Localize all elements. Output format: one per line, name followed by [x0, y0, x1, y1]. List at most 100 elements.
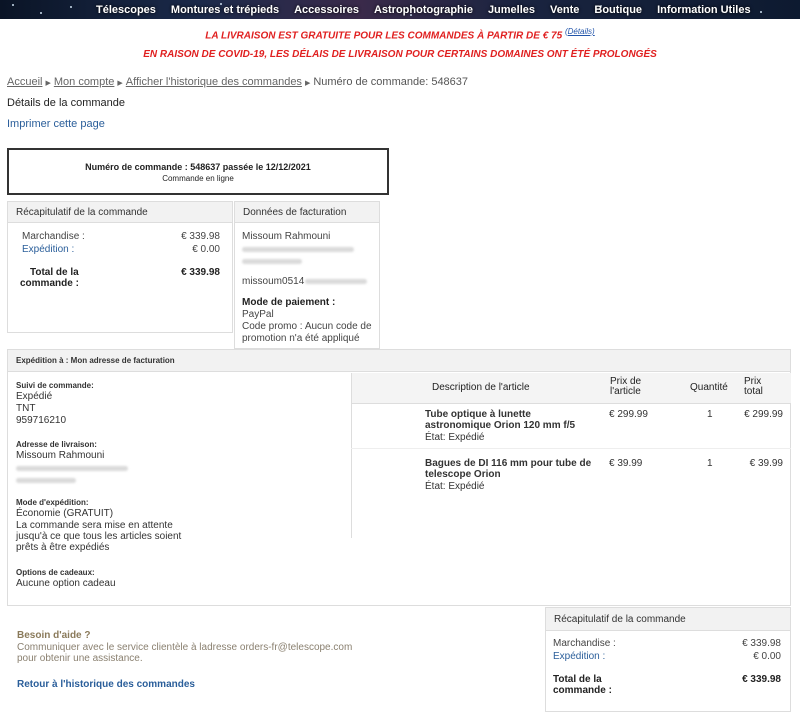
total-label: Total de la commande :: [553, 674, 612, 696]
gift-options-value: Aucune option cadeau: [16, 578, 116, 589]
order-header-box: Numéro de commande : 548637 passée le 12…: [7, 148, 389, 195]
order-summary-title: Récapitulatif de la commande: [8, 202, 232, 223]
total-label: Total de la commande :: [20, 267, 79, 289]
shipping-title: Expédition à : Mon adresse de facturatio…: [8, 350, 790, 372]
merch-label: Marchandise :: [553, 638, 616, 649]
breadcrumb-current: Numéro de commande: 548637: [313, 76, 469, 88]
nav-item-vente[interactable]: Vente: [550, 4, 579, 16]
breadcrumb-home[interactable]: Accueil: [7, 76, 42, 88]
star-decoration: [12, 4, 14, 6]
header-unit-price: Prix de l'article: [610, 377, 641, 397]
breadcrumb-account[interactable]: Mon compte: [54, 76, 115, 88]
order-summary-panel: Récapitulatif de la commande Marchandise…: [7, 201, 233, 333]
star-decoration: [70, 6, 72, 8]
total-label-line1: Total de la: [30, 267, 79, 278]
promo-code-line1: Code promo : Aucun code de: [242, 321, 372, 332]
total-value: € 339.98: [181, 267, 220, 278]
page-title: Détails de la commande: [7, 97, 126, 109]
item-unit-price: € 299.99: [609, 409, 648, 420]
shipping-value: € 0.00: [192, 244, 220, 255]
top-navigation: Télescopes Montures et trépieds Accessoi…: [0, 0, 800, 19]
shipping-value: € 0.00: [753, 651, 781, 662]
column-divider: [351, 404, 352, 538]
merch-value: € 339.98: [181, 231, 220, 242]
merch-label: Marchandise :: [22, 231, 85, 242]
back-to-history-link[interactable]: Retour à l'historique des commandes: [17, 679, 195, 690]
items-table-header: Description de l'article Prix de l'artic…: [351, 373, 791, 404]
shipping-method: Économie (GRATUIT): [16, 508, 114, 519]
order-number: Numéro de commande : 548637 passée le 12…: [85, 162, 311, 172]
redacted-text: [242, 259, 302, 264]
order-type: Commande en ligne: [162, 174, 234, 183]
order-summary-bottom-title: Récapitulatif de la commande: [546, 608, 790, 631]
details-link[interactable]: (Détails): [565, 27, 595, 36]
shipping-note-1: La commande sera mise en attente: [16, 520, 173, 531]
nav-item-telescopes[interactable]: Télescopes: [96, 4, 156, 16]
nav-item-montures[interactable]: Montures et trépieds: [171, 4, 279, 16]
tracking-number: 959716210: [16, 415, 67, 426]
shipping-label[interactable]: Expédition :: [553, 651, 605, 662]
shipping-label[interactable]: Expédition :: [22, 244, 74, 255]
shipping-note-3: prêts à être expédiés: [16, 542, 110, 553]
redacted-text: [16, 466, 128, 471]
item-name-line1[interactable]: Tube optique à lunette: [425, 409, 531, 420]
billing-address-blurred: [242, 244, 354, 255]
help-text-line2: pour obtenir une assistance.: [17, 653, 143, 664]
header-description: Description de l'article: [432, 382, 530, 393]
header-total-price-2: total: [744, 386, 763, 397]
item-unit-price: € 39.99: [609, 458, 643, 469]
total-value: € 339.98: [742, 674, 781, 685]
help-text: Communiquer avec le service clientèle à …: [17, 642, 352, 664]
delivery-address-blurred: [16, 463, 128, 474]
billing-name: Missoum Rahmouni: [242, 231, 331, 242]
carrier: TNT: [16, 403, 36, 414]
nav-item-information[interactable]: Information Utiles: [657, 4, 751, 16]
item-total-price: € 299.99: [744, 409, 783, 420]
header-total-price: Prix total: [744, 377, 763, 397]
payment-title: Mode de paiement :: [242, 297, 336, 308]
free-shipping-banner: LA LIVRAISON EST GRATUITE POUR LES COMMA…: [0, 27, 800, 41]
free-shipping-text: LA LIVRAISON EST GRATUITE POUR LES COMMA…: [205, 30, 563, 42]
total-label-line2: commande :: [553, 685, 612, 696]
billing-email-prefix: missoum0514: [242, 276, 305, 287]
billing-address-blurred: [242, 256, 302, 267]
help-title: Besoin d'aide ?: [17, 630, 91, 641]
item-name-line2[interactable]: telescope Orion: [425, 469, 501, 480]
redacted-text: [305, 279, 368, 284]
item-status: État: Expédié: [425, 481, 485, 492]
nav-item-boutique[interactable]: Boutique: [594, 4, 642, 16]
billing-email: missoum0514: [242, 276, 368, 287]
header-unit-price-2: l'article: [610, 386, 641, 397]
promo-code-line2: promotion n'a été appliqué: [242, 333, 360, 344]
redacted-text: [16, 478, 76, 483]
star-decoration: [40, 12, 42, 14]
shipping-note-2: jusqu'à ce que tous les articles soient: [16, 531, 182, 542]
shipping-panel: Expédition à : Mon adresse de facturatio…: [7, 349, 791, 606]
item-name-line2[interactable]: astronomique Orion 120 mm f/5: [425, 420, 575, 431]
nav-item-jumelles[interactable]: Jumelles: [488, 4, 535, 16]
redacted-text: [242, 247, 354, 252]
item-quantity: 1: [707, 458, 713, 469]
covid-notice: EN RAISON DE COVID-19, LES DÉLAIS DE LIV…: [143, 49, 657, 60]
delivery-name: Missoum Rahmouni: [16, 450, 105, 461]
row-divider: [351, 448, 791, 449]
nav-item-astrophotographie[interactable]: Astrophotographie: [374, 4, 473, 16]
chevron-right-icon: ▶: [45, 80, 51, 87]
header-quantity: Quantité: [690, 382, 728, 393]
gift-options-label: Options de cadeaux:: [16, 568, 95, 577]
delivery-address-blurred: [16, 475, 76, 486]
print-page-link[interactable]: Imprimer cette page: [7, 118, 105, 130]
chevron-right-icon: ▶: [117, 80, 123, 87]
item-total-price: € 39.99: [749, 458, 783, 469]
nav-item-accessoires[interactable]: Accessoires: [294, 4, 359, 16]
item-quantity: 1: [707, 409, 713, 420]
order-summary-bottom-panel: Récapitulatif de la commande Marchandise…: [545, 607, 791, 712]
total-label-line1: Total de la: [553, 674, 602, 685]
tracking-label: Suivi de commande:: [16, 381, 94, 390]
tracking-status: Expédié: [16, 391, 53, 402]
item-name-line1[interactable]: Bagues de DI 116 mm pour tube de: [425, 458, 591, 469]
help-text-line1: Communiquer avec le service clientèle à …: [17, 642, 353, 653]
breadcrumb-history[interactable]: Afficher l'historique des commandes: [126, 76, 302, 88]
merch-value: € 339.98: [742, 638, 781, 649]
breadcrumb: Accueil ▶ Mon compte ▶ Afficher l'historique…: [7, 76, 468, 88]
